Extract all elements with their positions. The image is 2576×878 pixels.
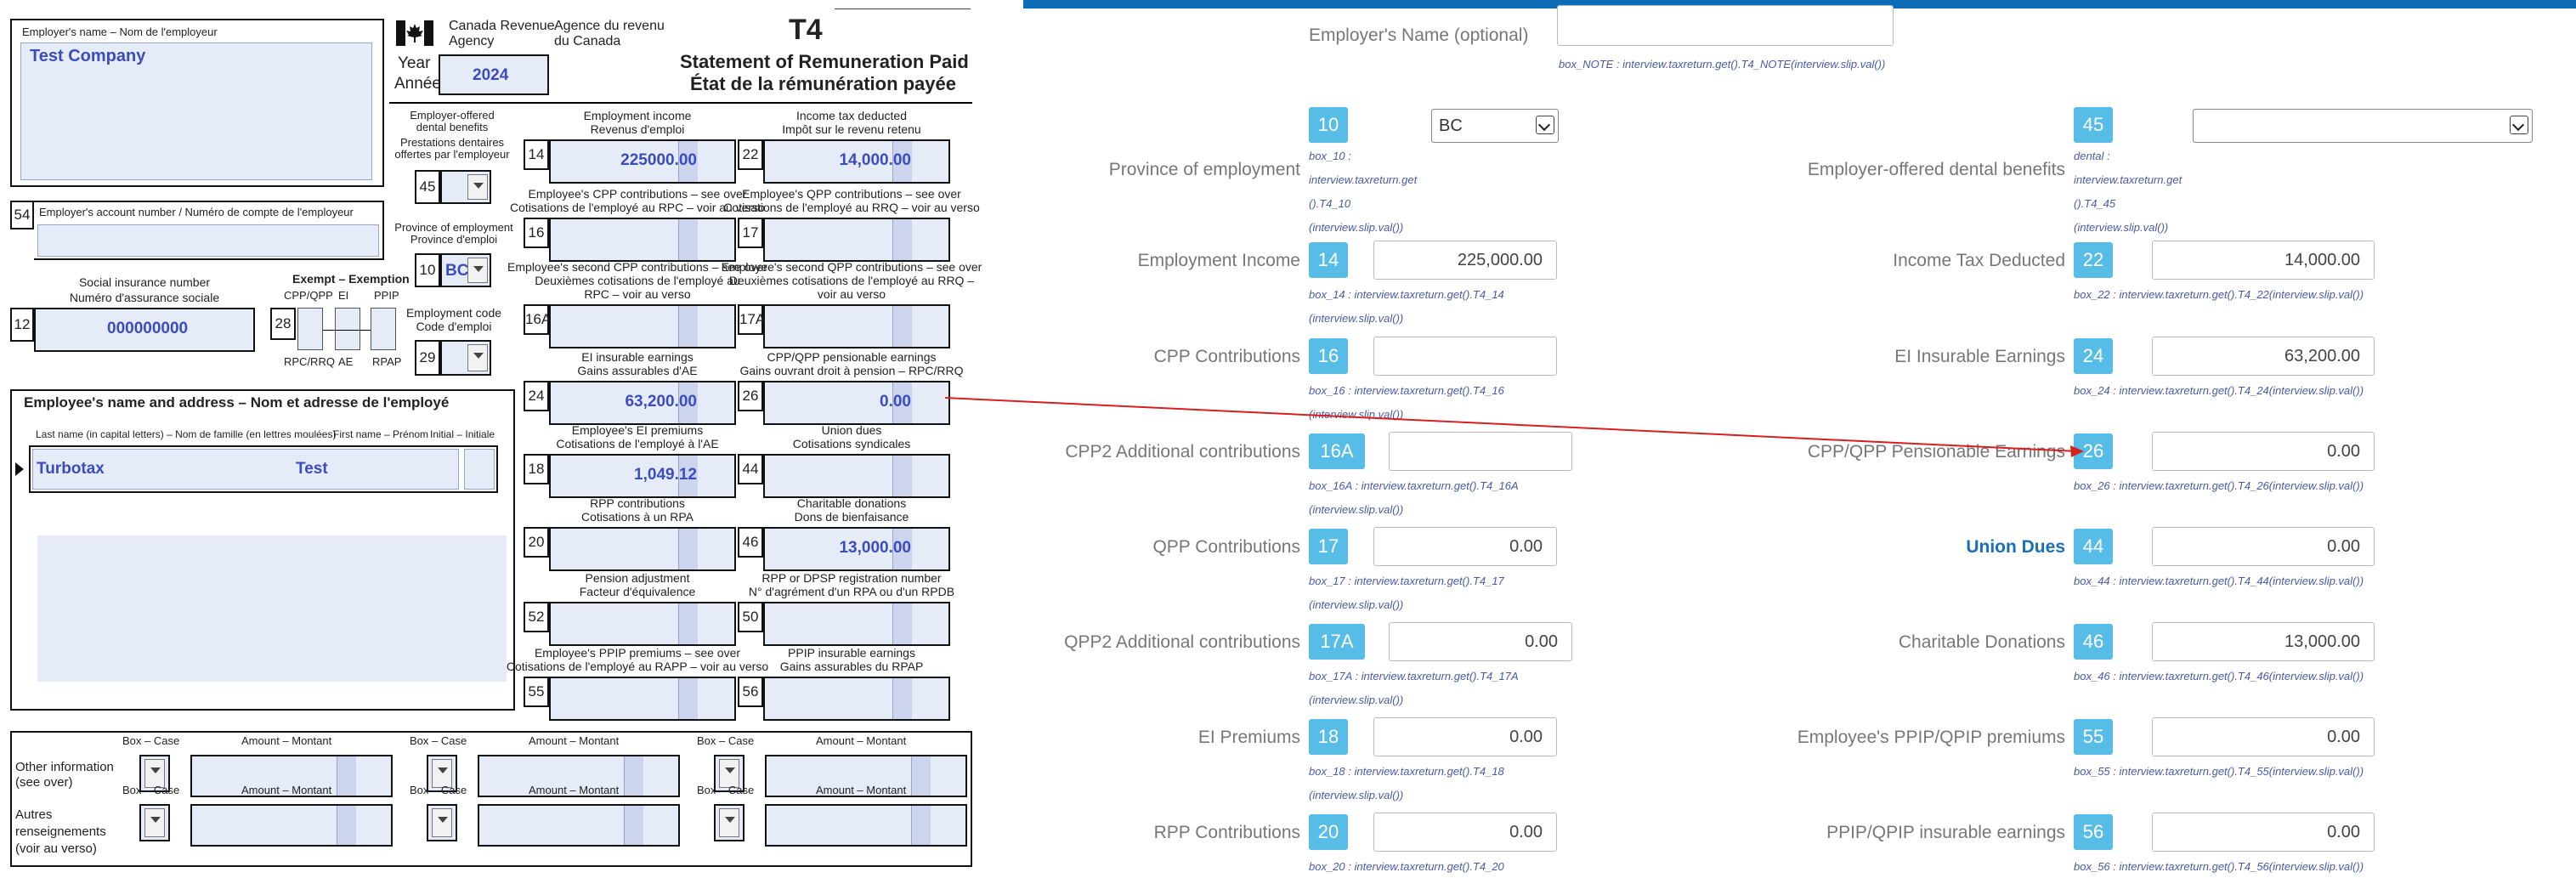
- annotation-arrow: [944, 397, 2084, 457]
